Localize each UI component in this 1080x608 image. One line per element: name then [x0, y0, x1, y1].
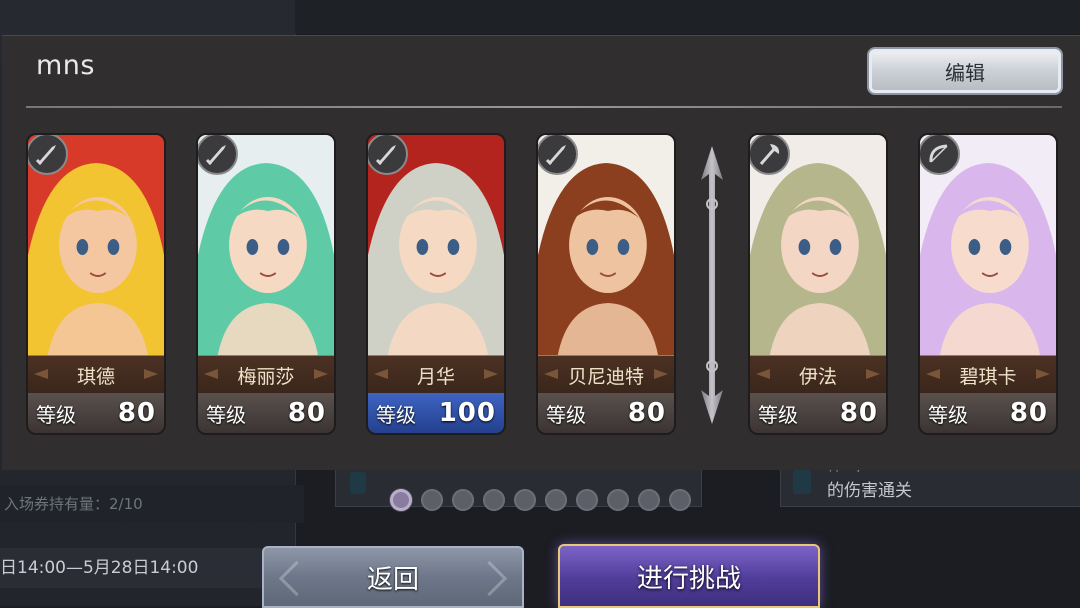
- character-level-bar: 等级 80: [750, 393, 886, 433]
- divider: [26, 106, 1062, 108]
- start-challenge-button[interactable]: 进行挑战: [558, 544, 820, 608]
- level-value: 80: [839, 398, 878, 428]
- back-button[interactable]: 返回: [262, 546, 524, 608]
- page-dot[interactable]: [607, 489, 629, 511]
- level-value: 100: [438, 398, 496, 428]
- team-dialog: mns 编辑 琪德 等级 80 梅丽莎 等级 80 月华 等级 100 贝尼迪特…: [2, 35, 1080, 470]
- character-name-text: 月华: [416, 365, 455, 388]
- level-value: 80: [627, 398, 666, 428]
- quest-condition-text-2: 的伤害通关: [827, 481, 912, 501]
- level-value: 80: [117, 398, 156, 428]
- character-card[interactable]: 贝尼迪特 等级 80: [536, 133, 676, 435]
- team-page-indicator: [390, 489, 691, 511]
- sword-icon: [538, 135, 578, 175]
- character-name-text: 碧琪卡: [959, 365, 1017, 388]
- level-label: 等级: [546, 402, 586, 427]
- team-name: mns: [36, 50, 95, 81]
- reorder-arrows-icon: [701, 146, 723, 424]
- ticket-count-text: 入场券持有量：2/10: [0, 485, 304, 523]
- sword-icon: [368, 135, 408, 175]
- bow-icon: [920, 135, 960, 175]
- level-label: 等级: [928, 402, 968, 427]
- page-dot[interactable]: [514, 489, 536, 511]
- page-dot[interactable]: [483, 489, 505, 511]
- character-name: 贝尼迪特: [538, 355, 674, 395]
- character-card[interactable]: 碧琪卡 等级 80: [918, 133, 1058, 435]
- level-label: 等级: [36, 402, 76, 427]
- character-card[interactable]: 梅丽莎 等级 80: [196, 133, 336, 435]
- character-name-text: 伊法: [798, 365, 837, 388]
- level-label: 等级: [758, 402, 798, 427]
- character-name-text: 梅丽莎: [237, 365, 295, 388]
- character-level-bar: 等级 80: [538, 393, 674, 433]
- edit-team-label: 编辑: [945, 60, 985, 85]
- page-dot[interactable]: [638, 489, 660, 511]
- level-label: 等级: [206, 402, 246, 427]
- character-name: 梅丽莎: [198, 355, 334, 395]
- page-dot[interactable]: [576, 489, 598, 511]
- level-value: 80: [1009, 398, 1048, 428]
- background-top-strip: [295, 0, 1080, 34]
- level-label: 等级: [376, 402, 416, 427]
- character-card[interactable]: 琪德 等级 80: [26, 133, 166, 435]
- axe-icon: [750, 135, 790, 175]
- sword-icon: [28, 135, 68, 175]
- start-challenge-label: 进行挑战: [636, 563, 741, 594]
- character-level-bar: 等级 100: [368, 393, 504, 433]
- character-level-bar: 等级 80: [198, 393, 334, 433]
- character-level-bar: 等级 80: [28, 393, 164, 433]
- page-dot[interactable]: [669, 489, 691, 511]
- quest-figure-icon: [350, 472, 366, 494]
- character-name: 琪德: [28, 355, 164, 395]
- character-name: 碧琪卡: [920, 355, 1056, 395]
- level-value: 80: [287, 398, 326, 428]
- sword-icon: [198, 135, 238, 175]
- page-dot[interactable]: [452, 489, 474, 511]
- character-name: 月华: [368, 355, 504, 395]
- character-name-text: 琪德: [76, 365, 115, 388]
- page-dot[interactable]: [390, 489, 412, 511]
- back-button-label: 返回: [366, 564, 419, 595]
- edit-team-button[interactable]: 编辑: [867, 47, 1063, 95]
- event-period-text: 日14:00—5月28日14:00: [0, 548, 270, 588]
- character-card[interactable]: 伊法 等级 80: [748, 133, 888, 435]
- character-level-bar: 等级 80: [920, 393, 1056, 433]
- quest-figure-icon: [793, 470, 811, 494]
- page-dot[interactable]: [421, 489, 443, 511]
- character-card[interactable]: 月华 等级 100: [366, 133, 506, 435]
- character-name: 伊法: [750, 355, 886, 395]
- character-name-text: 贝尼迪特: [567, 365, 644, 388]
- page-dot[interactable]: [545, 489, 567, 511]
